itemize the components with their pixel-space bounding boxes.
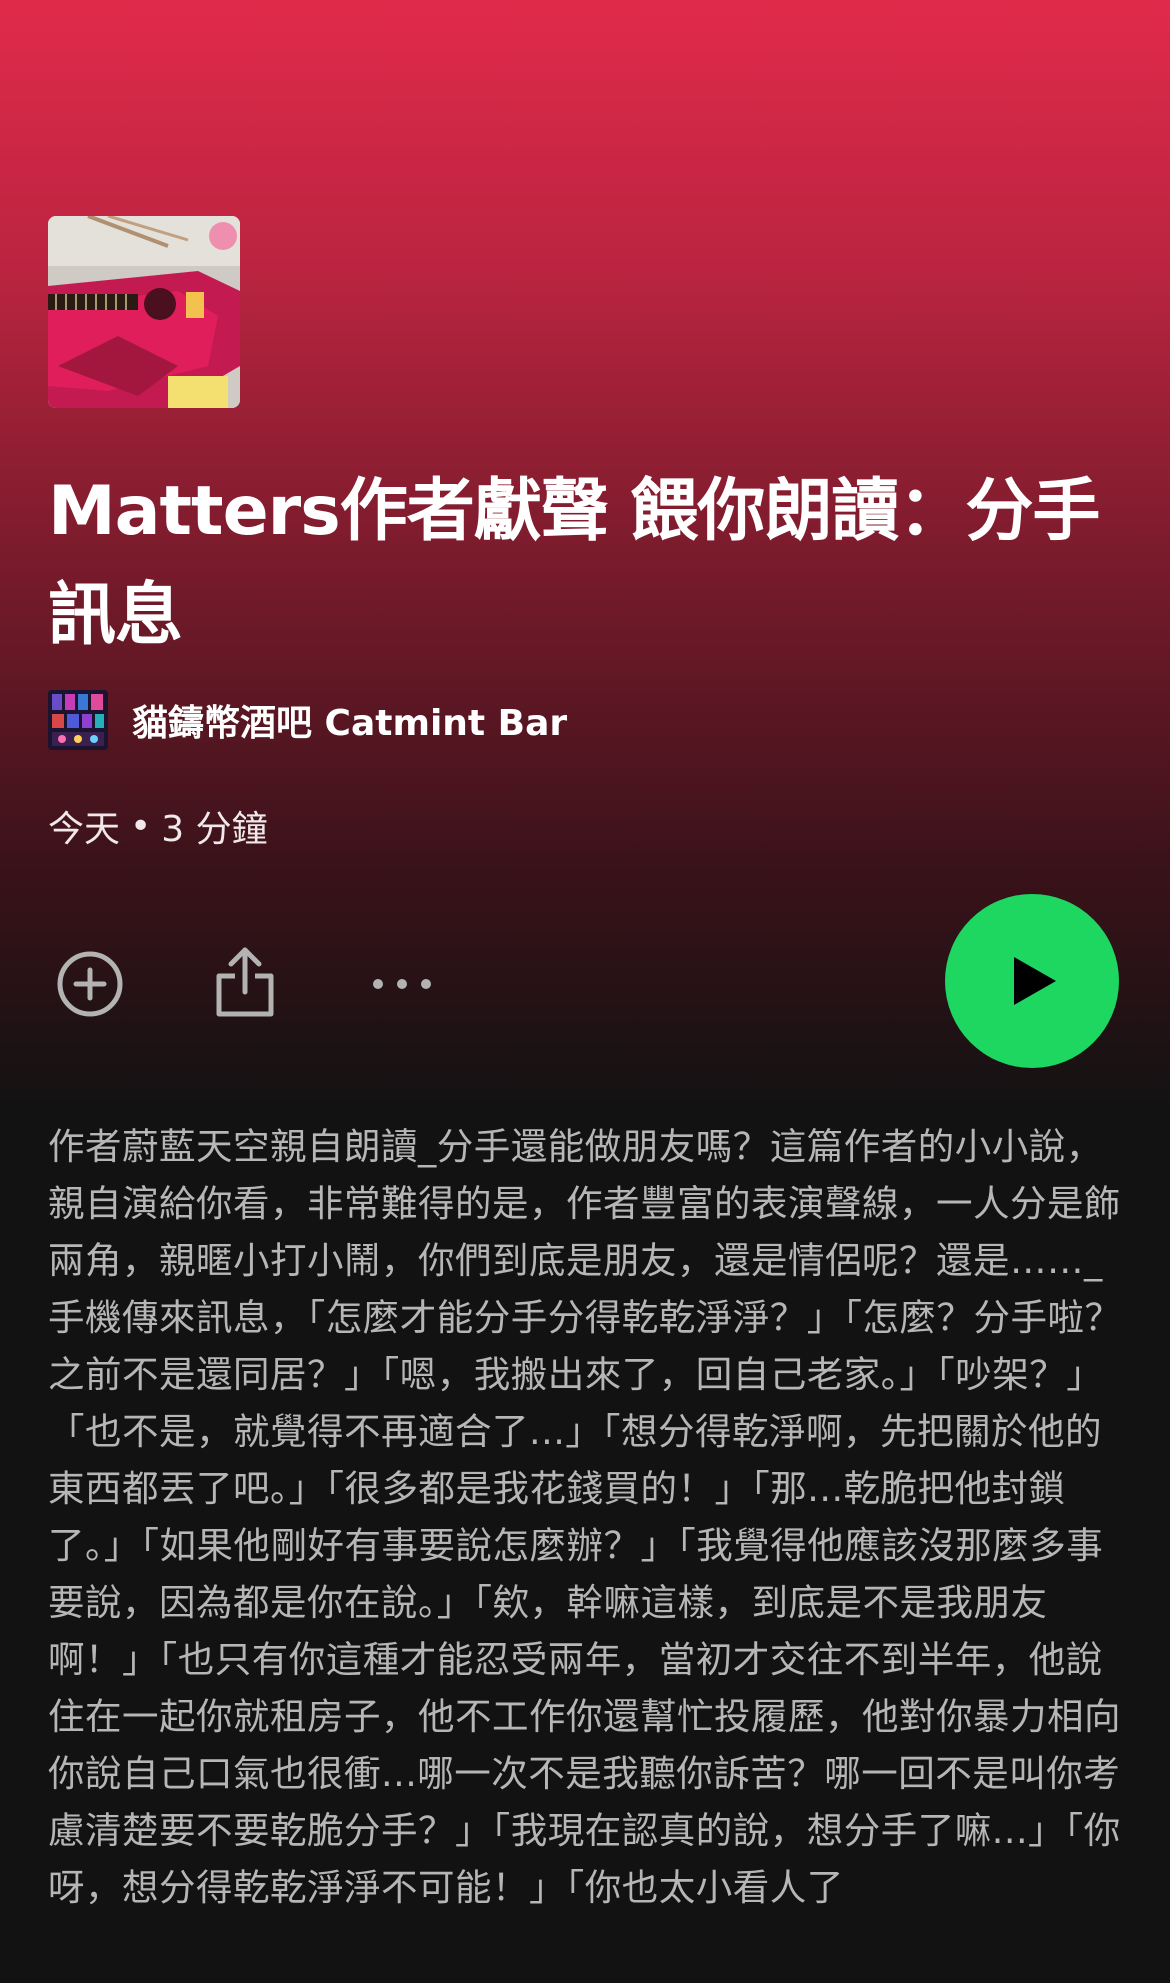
add-circle-icon bbox=[57, 951, 123, 1017]
author-name[interactable]: 貓鑄幣酒吧 Catmint Bar bbox=[132, 694, 567, 746]
episode-meta: 今天 • 3 分鐘 bbox=[48, 800, 268, 852]
play-icon bbox=[1014, 957, 1056, 1005]
ukulele-cover-image bbox=[48, 216, 240, 408]
episode-title: Matters作者獻聲 餵你朗讀：分手訊息 bbox=[48, 472, 1100, 655]
author-avatar[interactable] bbox=[48, 690, 108, 750]
share-button[interactable] bbox=[205, 940, 285, 1024]
author-row[interactable]: 貓鑄幣酒吧 Catmint Bar bbox=[48, 688, 567, 752]
play-button[interactable] bbox=[945, 894, 1119, 1068]
episode-date: 今天 bbox=[48, 809, 121, 850]
episode-cover-art bbox=[48, 216, 240, 408]
more-options-button[interactable] bbox=[360, 944, 444, 1024]
share-icon bbox=[216, 947, 274, 1017]
catmint-bar-avatar-image bbox=[48, 690, 108, 750]
add-to-library-button[interactable] bbox=[50, 944, 130, 1024]
episode-description: 作者蔚藍天空親自朗讀_分手還能做朋友嗎？這篇作者的小小說，親自演給你看，非常難得… bbox=[48, 1125, 1122, 1909]
episode-duration: 3 分鐘 bbox=[161, 809, 268, 850]
meta-separator: • bbox=[130, 805, 152, 847]
more-dots-icon bbox=[373, 979, 431, 989]
